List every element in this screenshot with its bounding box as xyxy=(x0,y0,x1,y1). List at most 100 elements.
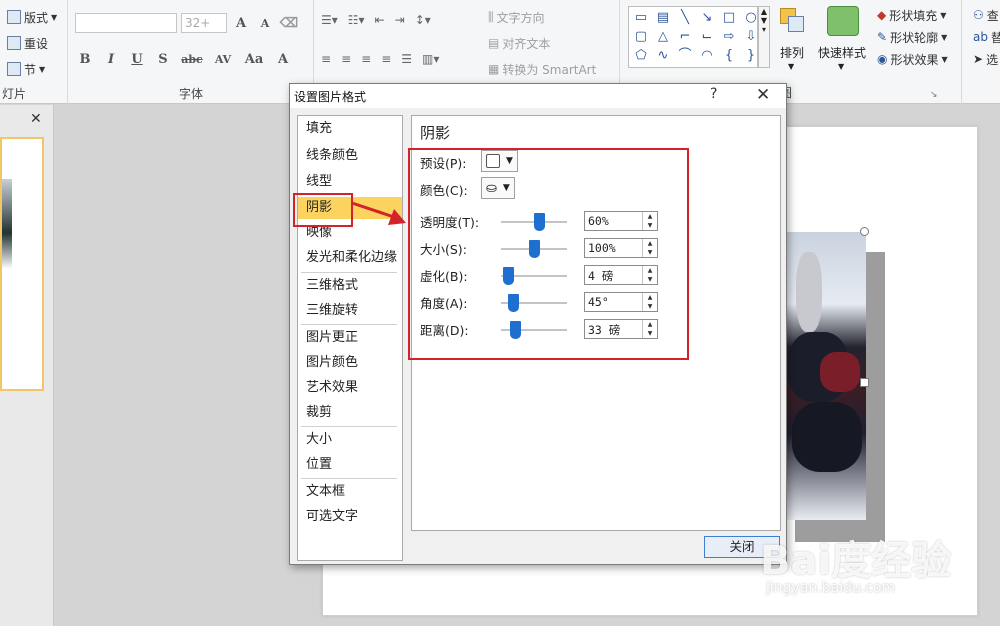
triangle-shape-icon[interactable]: △ xyxy=(653,28,673,46)
shadow-text-button[interactable]: S xyxy=(153,52,173,67)
category-alt-text[interactable]: 可选文字 xyxy=(298,506,402,528)
category-fill[interactable]: 填充 xyxy=(298,118,402,140)
category-list: 填充 线条颜色 线型 阴影 映像 发光和柔化边缘 三维格式 三维旋转 图片更正 … xyxy=(297,115,403,561)
clear-format-icon[interactable]: ⌫ xyxy=(279,16,299,31)
close-icon[interactable]: ✕ xyxy=(756,85,770,105)
category-line-color[interactable]: 线条颜色 xyxy=(298,145,402,167)
decrease-indent-icon[interactable]: ⇤ xyxy=(375,13,385,27)
distributed-icon[interactable]: ☰ xyxy=(401,52,412,66)
close-icon[interactable]: ✕ xyxy=(30,111,42,127)
category-text-box[interactable]: 文本框 xyxy=(298,481,402,503)
help-icon[interactable]: ? xyxy=(710,86,717,102)
arrange-label[interactable]: 排列 xyxy=(780,44,804,61)
shape-fill-button[interactable]: ◆ 形状填充 ▼ xyxy=(874,5,949,25)
category-3d-rotation[interactable]: 三维旋转 xyxy=(298,300,402,322)
chevron-down-icon: ▼ xyxy=(941,54,948,64)
slide-thumbnail-pane: ✕ xyxy=(0,105,54,626)
character-spacing-button[interactable]: AV xyxy=(211,53,235,66)
elbow-arrow-shape-icon[interactable]: ⌙ xyxy=(697,28,717,46)
columns-icon[interactable]: ▥▾ xyxy=(422,52,439,66)
find-label: 查 xyxy=(986,8,999,23)
grow-font-icon[interactable]: A xyxy=(231,16,251,31)
section-icon xyxy=(7,62,21,76)
category-divider xyxy=(301,478,397,479)
elbow-connector-shape-icon[interactable]: ⌐ xyxy=(675,28,695,46)
football-picture[interactable] xyxy=(786,232,866,520)
align-center-icon[interactable]: ≡ xyxy=(341,52,351,66)
text-direction-label: 文字方向 xyxy=(496,10,545,25)
freeform-shape-icon[interactable]: ∿ xyxy=(653,47,673,65)
align-right-icon[interactable]: ≡ xyxy=(361,52,371,66)
bullets-icon[interactable]: ☰▾ xyxy=(321,13,338,27)
category-3d-format[interactable]: 三维格式 xyxy=(298,275,402,297)
shape-outline-button[interactable]: ✎ 形状轮廓 ▼ xyxy=(874,27,950,47)
text-direction-button[interactable]: ⫼ 文字方向 xyxy=(485,7,548,27)
category-picture-corrections[interactable]: 图片更正 xyxy=(298,327,402,349)
arrange-icon[interactable] xyxy=(780,8,806,34)
textbox-vertical-shape-icon[interactable]: ▤ xyxy=(653,9,673,27)
numbering-icon[interactable]: ☷▾ xyxy=(348,13,365,27)
line-spacing-icon[interactable]: ↕▾ xyxy=(415,13,431,27)
strikethrough-button[interactable]: abc xyxy=(179,53,205,66)
left-brace-shape-icon[interactable]: { xyxy=(719,47,739,65)
watermark-logo: Bai度经验 xyxy=(760,538,952,584)
slide-thumbnail[interactable] xyxy=(0,137,44,391)
change-case-button[interactable]: Aa xyxy=(241,52,267,67)
chevron-down-icon: ▼ xyxy=(838,62,845,71)
paint-bucket-icon: ◆ xyxy=(877,8,887,22)
line-shape-icon[interactable]: ╲ xyxy=(675,9,695,27)
rounded-rect-shape-icon[interactable]: ▢ xyxy=(631,28,651,46)
shapes-gallery-scroll[interactable]: ▲ ▼ ▾ xyxy=(758,6,770,68)
category-crop[interactable]: 裁剪 xyxy=(298,402,402,424)
justify-icon[interactable]: ≡ xyxy=(381,52,391,66)
pencil-icon: ✎ xyxy=(877,30,888,44)
resize-handle[interactable] xyxy=(860,378,869,387)
shape-outline-label: 形状轮廓 xyxy=(890,30,939,45)
layout-button[interactable]: 版式 ▼ xyxy=(4,7,60,27)
arrow-line-shape-icon[interactable]: ↘ xyxy=(697,9,717,27)
shrink-font-icon[interactable]: A xyxy=(255,17,275,30)
font-color-button[interactable]: A xyxy=(273,52,293,67)
textbox-shape-icon[interactable]: ▭ xyxy=(631,9,651,27)
font-group-label: 字体 xyxy=(178,87,203,101)
shape-effects-button[interactable]: ◉ 形状效果 ▼ xyxy=(874,49,951,69)
font-group: 32+ A A ⌫ B I U S abc AV Aa A 字体 xyxy=(69,0,314,104)
font-name-combo[interactable] xyxy=(75,13,177,33)
align-text-icon: ▤ xyxy=(488,36,500,50)
dialog-title-bar[interactable]: 设置图片格式 ? ✕ xyxy=(290,84,786,108)
category-position[interactable]: 位置 xyxy=(298,454,402,476)
italic-button[interactable]: I xyxy=(101,52,121,67)
font-size-combo[interactable]: 32+ xyxy=(181,13,227,33)
category-size[interactable]: 大小 xyxy=(298,429,402,451)
align-text-button[interactable]: ▤ 对齐文本 xyxy=(485,33,553,53)
arc-shape-icon[interactable]: ◠ xyxy=(697,47,717,65)
underline-button[interactable]: U xyxy=(127,52,147,67)
align-left-icon[interactable]: ≡ xyxy=(321,52,331,66)
category-glow-soft-edges[interactable]: 发光和柔化边缘 xyxy=(298,247,402,269)
category-picture-color[interactable]: 图片颜色 xyxy=(298,352,402,374)
replace-button[interactable]: ab 替 xyxy=(970,27,1000,47)
annotation-box-category xyxy=(293,193,353,227)
shape-effects-label: 形状效果 xyxy=(890,52,939,67)
select-button[interactable]: ➤ 选 xyxy=(970,49,1000,69)
convert-smartart-button[interactable]: ▦ 转换为 SmartArt xyxy=(485,59,599,79)
category-line-style[interactable]: 线型 xyxy=(298,171,402,193)
find-button[interactable]: ⚇ 查 xyxy=(970,5,1000,25)
quick-styles-icon[interactable] xyxy=(827,6,859,36)
increase-indent-icon[interactable]: ⇥ xyxy=(395,13,405,27)
pentagon-shape-icon[interactable]: ⬠ xyxy=(631,47,651,65)
bold-button[interactable]: B xyxy=(75,52,95,67)
quick-styles-label[interactable]: 快速样式 xyxy=(818,44,866,61)
resize-handle[interactable] xyxy=(860,227,869,236)
category-artistic-effects[interactable]: 艺术效果 xyxy=(298,377,402,399)
slides-group-label: 灯片 xyxy=(2,87,27,101)
reset-button[interactable]: 重设 xyxy=(4,33,51,53)
right-arrow-shape-icon[interactable]: ⇨ xyxy=(719,28,739,46)
curve-shape-icon[interactable]: ⌒ xyxy=(675,47,695,65)
convert-smartart-label: 转换为 SmartArt xyxy=(502,62,597,77)
shapes-gallery[interactable]: ▭ ▤ ╲ ↘ □ ○ ▢ △ ⌐ ⌙ ⇨ ⇩ ⬠ ∿ ⌒ ◠ { } xyxy=(628,6,758,68)
select-label: 选 xyxy=(986,52,999,67)
rectangle-shape-icon[interactable]: □ xyxy=(719,9,739,27)
section-button[interactable]: 节 ▼ xyxy=(4,59,48,79)
dialog-launcher-icon[interactable]: ↘ xyxy=(930,90,938,100)
